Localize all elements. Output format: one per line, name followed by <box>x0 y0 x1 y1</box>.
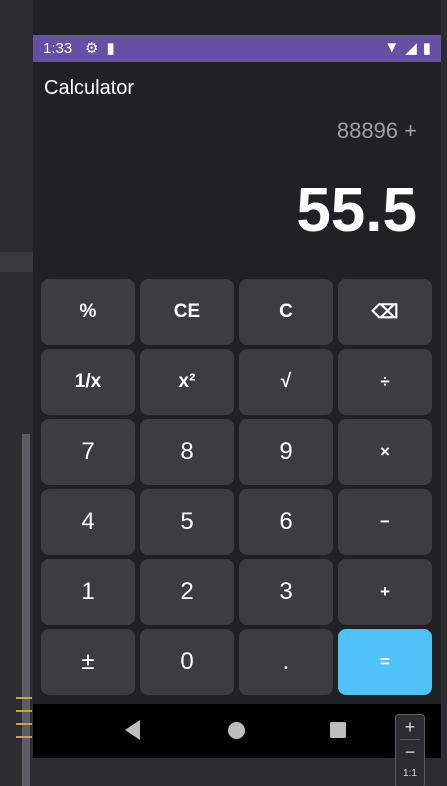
digit-7-button[interactable]: 7 <box>41 419 135 485</box>
sd-card-icon: ▮ <box>106 40 115 57</box>
add-button[interactable]: + <box>338 559 432 625</box>
back-icon[interactable] <box>125 720 140 740</box>
equals-button[interactable]: = <box>338 629 432 695</box>
ide-selected-row <box>0 252 33 272</box>
app-title: Calculator <box>44 77 135 99</box>
status-bar: 1:33 ⚙ ▮ ▼ ◢ ▮ <box>33 35 441 62</box>
digit-0-button[interactable]: 0 <box>140 629 234 695</box>
navigation-bar <box>33 704 441 758</box>
signal-icon: ◢ <box>405 40 417 57</box>
marker-tick <box>16 710 32 712</box>
result-display: 55.5 <box>296 176 417 245</box>
multiply-button[interactable]: × <box>338 419 432 485</box>
zoom-in-button[interactable]: + <box>396 715 424 739</box>
status-right-icons: ▼ ◢ ▮ <box>384 39 431 57</box>
gear-icon: ⚙ <box>85 40 99 57</box>
battery-icon: ▮ <box>422 40 431 57</box>
subtract-button[interactable]: − <box>338 489 432 555</box>
digit-3-button[interactable]: 3 <box>239 559 333 625</box>
clear-entry-button[interactable]: CE <box>140 279 234 345</box>
percent-button[interactable]: % <box>41 279 135 345</box>
keypad: % CE C ⌫ 1/x x² √ ÷ 7 8 9 × 4 5 6 − 1 2 … <box>41 279 433 695</box>
phone-screen: 1:33 ⚙ ▮ ▼ ◢ ▮ Calculator 88896 + 55.5 %… <box>33 0 441 758</box>
square-button[interactable]: x² <box>140 349 234 415</box>
status-left-icons: ⚙ ▮ <box>85 39 115 57</box>
digit-9-button[interactable]: 9 <box>239 419 333 485</box>
decimal-button[interactable]: . <box>239 629 333 695</box>
expression-display: 88896 + <box>336 118 417 143</box>
ide-right-panel <box>441 0 447 786</box>
digit-8-button[interactable]: 8 <box>140 419 234 485</box>
divide-button[interactable]: ÷ <box>338 349 432 415</box>
sqrt-button[interactable]: √ <box>239 349 333 415</box>
zoom-reset-button[interactable]: 1:1 <box>396 764 424 784</box>
digit-1-button[interactable]: 1 <box>41 559 135 625</box>
digit-6-button[interactable]: 6 <box>239 489 333 555</box>
negate-button[interactable]: ± <box>41 629 135 695</box>
wifi-icon: ▼ <box>384 39 400 56</box>
marker-tick <box>16 697 32 699</box>
clear-button[interactable]: C <box>239 279 333 345</box>
marker-tick <box>16 736 32 738</box>
ide-markers <box>16 697 32 749</box>
reciprocal-button[interactable]: 1/x <box>41 349 135 415</box>
digit-2-button[interactable]: 2 <box>140 559 234 625</box>
emulator-host: 1:33 ⚙ ▮ ▼ ◢ ▮ Calculator 88896 + 55.5 %… <box>0 0 447 786</box>
home-icon[interactable] <box>228 722 245 739</box>
digit-5-button[interactable]: 5 <box>140 489 234 555</box>
backspace-button[interactable]: ⌫ <box>338 279 432 345</box>
emulator-zoom-controls: + − 1:1 <box>395 714 425 786</box>
zoom-out-button[interactable]: − <box>396 740 424 764</box>
digit-4-button[interactable]: 4 <box>41 489 135 555</box>
recents-icon[interactable] <box>330 722 346 738</box>
status-time: 1:33 <box>43 40 73 57</box>
marker-tick <box>16 723 32 725</box>
